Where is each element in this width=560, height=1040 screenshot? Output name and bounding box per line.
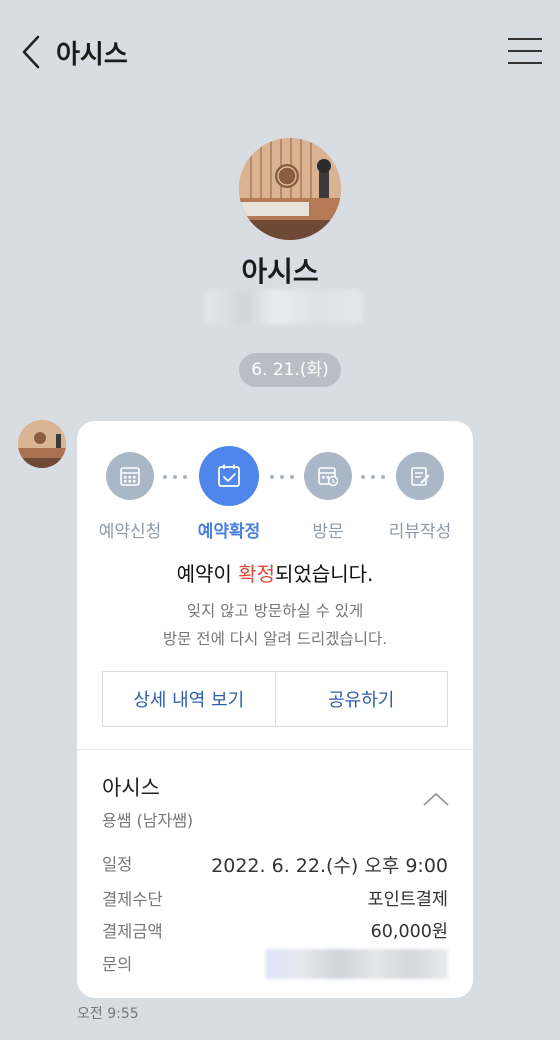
step-confirmed — [199, 446, 259, 506]
menu-icon-bar — [508, 50, 542, 52]
reminder-message-line1: 잊지 않고 방문하실 수 있게 — [186, 602, 364, 620]
info-value: 2022. 6. 22.(수) 오후 9:00 — [211, 855, 448, 877]
menu-icon-bar — [508, 62, 542, 64]
step-connector-dot — [183, 475, 187, 479]
page-title: 아시스 — [56, 40, 128, 70]
step-review — [396, 452, 444, 500]
info-key: 결제금액 — [102, 922, 163, 941]
profile-photo[interactable] — [239, 138, 341, 240]
menu-button[interactable] — [508, 38, 542, 68]
review-write-icon — [411, 467, 430, 486]
info-row-payment-method: 결제수단 포인트결제 — [102, 886, 448, 912]
message-timestamp: 오전 9:55 — [77, 1006, 139, 1022]
step-label-review: 리뷰작성 — [388, 522, 452, 542]
confirm-message: 예약이 확정되었습니다. — [77, 558, 473, 587]
blurred-profile-subtitle — [205, 290, 363, 324]
back-button[interactable] — [18, 34, 44, 70]
share-button[interactable]: 공유하기 — [276, 672, 448, 726]
step-label-request: 예약신청 — [98, 522, 162, 542]
shop-interior-image — [239, 138, 341, 240]
step-connector-dot — [163, 475, 167, 479]
action-buttons: 상세 내역 보기 공유하기 — [102, 671, 448, 727]
calendar-icon — [120, 467, 140, 486]
calendar-check-icon — [218, 464, 240, 487]
step-connector-dot — [280, 475, 284, 479]
date-divider: 6. 21.(화) — [239, 353, 341, 387]
blurred-contact-value — [266, 949, 448, 979]
info-key: 문의 — [102, 955, 133, 974]
info-key: 일정 — [102, 855, 133, 874]
chevron-left-icon — [22, 35, 40, 69]
info-key: 결제수단 — [102, 890, 163, 909]
step-connector-dot — [361, 475, 365, 479]
menu-icon — [508, 38, 542, 40]
confirm-message-highlight: 확정 — [238, 562, 275, 586]
step-request — [106, 452, 154, 500]
staff-name: 용쌤 (남자쌤) — [102, 811, 194, 830]
info-row-schedule: 일정 2022. 6. 22.(수) 오후 9:00 — [102, 851, 448, 877]
step-visit — [304, 452, 352, 500]
reservation-card: 예약신청 예약확정 방문 리뷰작성 예약이 확정되었습니다. 잊지 않고 방문하… — [77, 421, 473, 998]
profile-name: 아시스 — [241, 255, 319, 288]
shop-name: 아시스 — [102, 776, 160, 800]
step-connector-dot — [371, 475, 375, 479]
step-connector-dot — [270, 475, 274, 479]
step-connector-dot — [290, 475, 294, 479]
confirm-message-prefix: 예약이 — [176, 562, 239, 586]
app-header: 아시스 — [0, 0, 560, 104]
reminder-message-line2: 방문 전에 다시 알려 드리겠습니다. — [162, 630, 388, 648]
calendar-visit-icon — [318, 467, 339, 487]
step-label-confirmed: 예약확정 — [197, 522, 261, 542]
info-value: 포인트결제 — [367, 890, 449, 910]
step-connector-dot — [173, 475, 177, 479]
info-value: 60,000원 — [370, 922, 448, 942]
step-label-visit: 방문 — [312, 522, 344, 542]
step-connector-dot — [381, 475, 385, 479]
info-row-payment-amount: 결제금액 60,000원 — [102, 918, 448, 944]
avatar-image — [18, 420, 66, 468]
view-details-button[interactable]: 상세 내역 보기 — [103, 672, 276, 726]
chevron-up-icon[interactable] — [421, 789, 451, 809]
divider — [77, 749, 473, 750]
sender-avatar[interactable] — [18, 420, 66, 468]
confirm-message-suffix: 되었습니다. — [275, 562, 374, 586]
info-row-contact: 문의 — [102, 949, 448, 979]
